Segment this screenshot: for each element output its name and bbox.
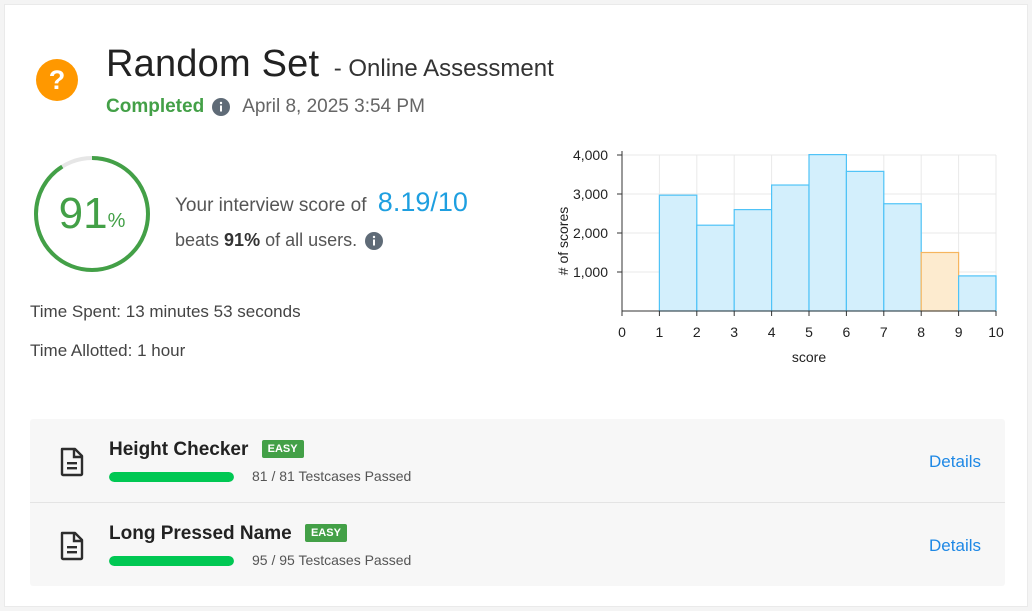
problem-title[interactable]: Long Pressed Name EASY — [109, 523, 347, 545]
score-summary: Your interview score of 8.19/10 — [175, 187, 468, 218]
x-tick-label: 9 — [955, 324, 963, 340]
testcase-count: 95 / 95 Testcases Passed — [252, 552, 412, 568]
svg-text:?: ? — [49, 65, 66, 95]
completion-date: April 8, 2025 3:54 PM — [242, 96, 425, 117]
progress-fill — [109, 472, 234, 482]
x-tick-label: 1 — [656, 324, 664, 340]
problem-row: Height Checker EASY 81 / 81 Testcases Pa… — [30, 419, 1005, 502]
document-icon — [60, 531, 84, 561]
bar — [771, 184, 810, 312]
x-tick-label: 10 — [988, 324, 1004, 340]
x-tick-label: 3 — [730, 324, 738, 340]
x-tick-label: 8 — [917, 324, 925, 340]
x-tick-label: 6 — [843, 324, 851, 340]
y-axis-label: # of scores — [555, 207, 571, 275]
difficulty-badge: EASY — [261, 440, 304, 458]
testcase-count: 81 / 81 Testcases Passed — [252, 468, 412, 484]
progress-fill — [109, 556, 234, 566]
problem-row: Long Pressed Name EASY 95 / 95 Testcases… — [30, 502, 1005, 585]
x-tick-label: 0 — [618, 324, 626, 340]
x-tick-label: 4 — [768, 324, 776, 340]
difficulty-badge: EASY — [304, 524, 347, 542]
status-label: Completed — [106, 96, 205, 117]
x-tick-label: 7 — [880, 324, 888, 340]
info-icon[interactable] — [212, 98, 231, 116]
info-icon[interactable] — [365, 231, 384, 250]
details-link[interactable]: Details — [929, 536, 981, 556]
bar-highlighted — [920, 251, 960, 312]
score-distribution-chart: 1,000 2,000 3,000 4,000 0 1 2 3 4 5 6 7 8 9 10 score # o… — [555, 147, 1004, 365]
y-tick-label: 2,000 — [573, 225, 608, 241]
y-tick-label: 3,000 — [573, 186, 608, 202]
question-icon: ? — [36, 59, 78, 101]
score-percent: 91 % — [31, 153, 153, 275]
bar — [808, 154, 848, 312]
bar — [733, 208, 773, 312]
bar — [658, 194, 698, 312]
score-percent-number: 91 — [58, 189, 108, 238]
assessment-card: ? Random Set - Online Assessment Complet… — [4, 4, 1028, 607]
bar — [883, 203, 922, 312]
percentile-suffix: of all users. — [265, 230, 358, 250]
bar — [845, 170, 885, 312]
score-percent-sign: % — [107, 209, 126, 232]
problem-list: Height Checker EASY 81 / 81 Testcases Pa… — [30, 419, 1005, 586]
details-link[interactable]: Details — [929, 452, 981, 472]
time-spent: Time Spent: 13 minutes 53 seconds — [30, 302, 301, 321]
x-tick-label: 5 — [805, 324, 813, 340]
testcase-progress-bar — [109, 556, 234, 566]
problem-name[interactable]: Height Checker — [109, 439, 248, 460]
x-tick-label: 2 — [693, 324, 701, 340]
time-allotted: Time Allotted: 1 hour — [30, 341, 186, 360]
score-summary-prefix: Your interview score of — [175, 195, 367, 216]
document-icon — [60, 447, 84, 477]
problem-name[interactable]: Long Pressed Name — [109, 523, 292, 544]
title-row: Random Set - Online Assessment — [106, 43, 554, 86]
y-tick-label: 1,000 — [573, 264, 608, 280]
x-axis-label: score — [792, 349, 826, 365]
page-subtitle: - Online Assessment — [333, 55, 554, 82]
score-value: 8.19/10 — [377, 187, 468, 217]
percentile-summary: beats 91% of all users. — [175, 230, 384, 251]
testcase-progress-bar — [109, 472, 234, 482]
page-title: Random Set — [106, 43, 320, 85]
bar — [958, 275, 997, 312]
status-row: Completed April 8, 2025 3:54 PM — [106, 96, 425, 118]
bar — [696, 224, 735, 312]
percentile-prefix: beats — [175, 230, 220, 250]
percentile-value: 91% — [224, 230, 261, 250]
problem-title[interactable]: Height Checker EASY — [109, 439, 304, 461]
y-tick-label: 4,000 — [573, 147, 608, 163]
